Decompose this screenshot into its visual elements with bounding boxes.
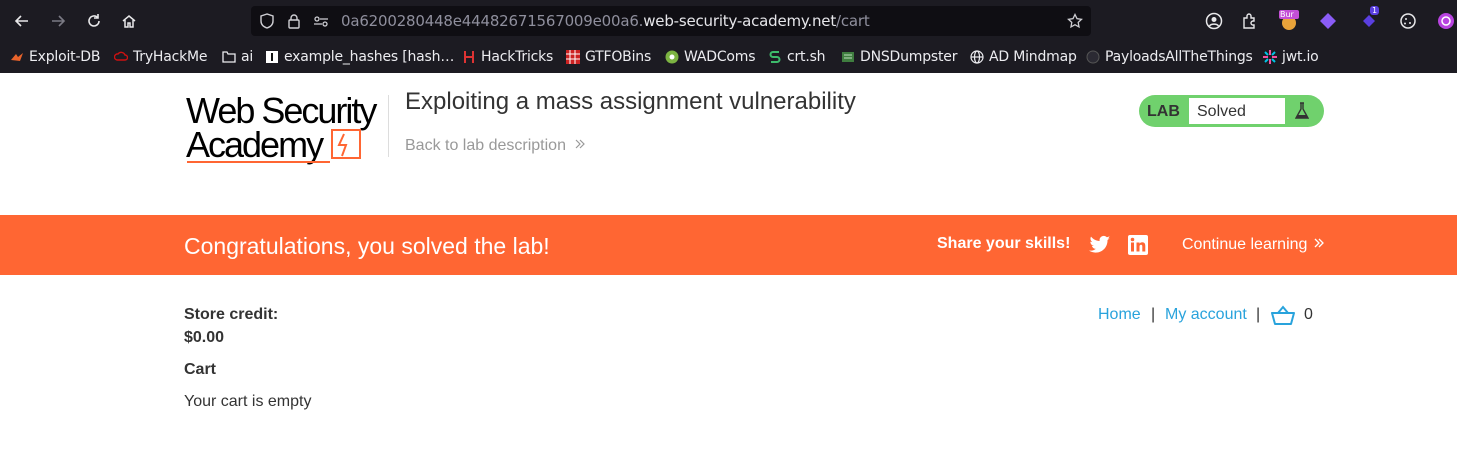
back-link-label: Back to lab description [405,137,566,154]
reload-icon[interactable] [81,8,107,34]
hashcat-icon [265,50,279,64]
url-bar[interactable]: 0a6200280448e44482671567009e00a6.web-sec… [251,6,1091,36]
bookmark-dnsdumpster[interactable]: DNSDumpster [841,47,957,67]
nav-separator: | [1151,306,1156,323]
store-credit-label: Store credit: [184,306,279,323]
globe-icon [970,50,984,64]
flask-icon [1289,98,1315,124]
bookmarks-bar: Exploit-DB TryHackMe ai example_hashes [… [0,44,1457,70]
bookmark-label: example_hashes [hash… [284,49,455,65]
tryhackme-icon [114,50,128,64]
bookmark-tryhackme[interactable]: TryHackMe [114,47,208,67]
crtsh-icon [768,50,782,64]
notification-extension-icon[interactable]: 1 [1358,6,1380,32]
cart-basket-icon[interactable] [1271,305,1295,325]
diamond-extension-icon[interactable] [1317,10,1339,32]
nav-separator: | [1256,306,1261,323]
continue-learning-label: Continue learning [1182,236,1308,253]
double-chevron-right-icon [576,139,586,149]
twitter-icon[interactable] [1089,235,1111,255]
header-divider [388,95,389,157]
cookie-icon[interactable] [1397,10,1419,32]
bookmark-label: GTFOBins [585,49,652,65]
store-credit-value: $0.00 [184,329,225,346]
bookmark-jwt[interactable]: jwt.io [1263,47,1319,67]
hacktricks-icon [462,50,476,64]
solved-banner: Congratulations, you solved the lab! Sha… [0,215,1457,275]
bookmark-example-hashes[interactable]: example_hashes [hash… [265,47,454,67]
gtfobins-icon [566,50,580,64]
lock-icon[interactable] [286,13,302,29]
jwt-icon [1263,50,1277,64]
page-title: Exploiting a mass assignment vulnerabili… [405,88,856,115]
my-account-link[interactable]: My account [1165,306,1247,324]
github-icon [1086,50,1100,64]
home-link[interactable]: Home [1098,306,1141,324]
lab-status-value-box: Solved [1188,97,1286,125]
burp-extension-icon[interactable]: Bur [1278,10,1300,32]
browser-toolbar: 0a6200280448e44482671567009e00a6.web-sec… [0,0,1457,42]
bookmark-wadcoms[interactable]: WADComs [665,47,756,67]
forward-arrow-icon[interactable] [45,8,71,34]
bookmark-label: TryHackMe [133,49,208,65]
url-text[interactable]: 0a6200280448e44482671567009e00a6.web-sec… [341,12,870,30]
double-chevron-right-icon [1314,238,1324,248]
bookmark-label: PayloadsAllTheThings [1105,49,1253,65]
exploit-db-icon [10,50,24,64]
burp-badge: Bur [1280,10,1294,19]
browser-chrome: 0a6200280448e44482671567009e00a6.web-sec… [0,0,1457,73]
dnsdumpster-icon [841,50,855,64]
bookmark-ad-mindmap[interactable]: AD Mindmap [970,47,1077,67]
folder-icon [222,50,236,64]
congratulations-message: Congratulations, you solved the lab! [184,233,550,259]
bookmark-label: jwt.io [1282,49,1319,65]
account-icon[interactable] [1203,10,1225,32]
url-domain: web-security-academy.net [643,12,837,30]
linkedin-icon[interactable] [1128,235,1148,255]
lab-status-value: Solved [1197,103,1246,120]
cart-count: 0 [1304,306,1313,323]
bookmark-star-icon[interactable] [1067,13,1083,29]
bookmark-label: HackTricks [481,49,554,65]
logo-bolt-icon [331,129,361,159]
bookmark-label: crt.sh [787,49,826,65]
bookmark-hacktricks[interactable]: HackTricks [462,47,553,67]
bookmark-payloadsallthethings[interactable]: PayloadsAllTheThings [1086,47,1253,67]
bookmark-exploit-db[interactable]: Exploit-DB [10,47,100,67]
bookmark-label: WADComs [684,49,756,65]
extensions-puzzle-icon[interactable] [1239,10,1261,32]
share-skills-label: Share your skills! [937,235,1071,252]
continue-learning-link[interactable]: Continue learning [1182,236,1325,254]
bookmark-label: ai [241,49,254,65]
cart-empty-message: Your cart is empty [184,393,312,410]
bookmark-folder-ai[interactable]: ai [222,47,253,67]
lab-status-widget: LAB Solved [1139,95,1324,127]
web-security-academy-logo[interactable]: Web Security Academy [186,90,386,166]
bookmark-gtfobins[interactable]: GTFOBins [566,47,651,67]
bookmark-label: Exploit-DB [29,49,101,65]
url-host-prefix: 0a6200280448e44482671567009e00a6. [341,12,644,30]
logo-underline [187,161,330,163]
home-icon[interactable] [116,8,142,34]
extension-purple-icon[interactable] [1435,10,1457,32]
bookmark-crtsh[interactable]: crt.sh [768,47,826,67]
wadcoms-icon [665,50,679,64]
logo-line-1: Web Security [186,90,377,131]
bookmark-label: DNSDumpster [860,49,958,65]
shield-icon[interactable] [259,13,275,29]
back-arrow-icon[interactable] [9,8,35,34]
bookmark-label: AD Mindmap [989,49,1077,65]
url-path: /cart [836,12,870,30]
permissions-icon[interactable] [313,13,329,29]
lab-status-label: LAB [1147,103,1180,120]
back-to-lab-description-link[interactable]: Back to lab description [405,137,586,155]
cart-heading: Cart [184,361,217,378]
extension-badge: 1 [1370,6,1380,15]
